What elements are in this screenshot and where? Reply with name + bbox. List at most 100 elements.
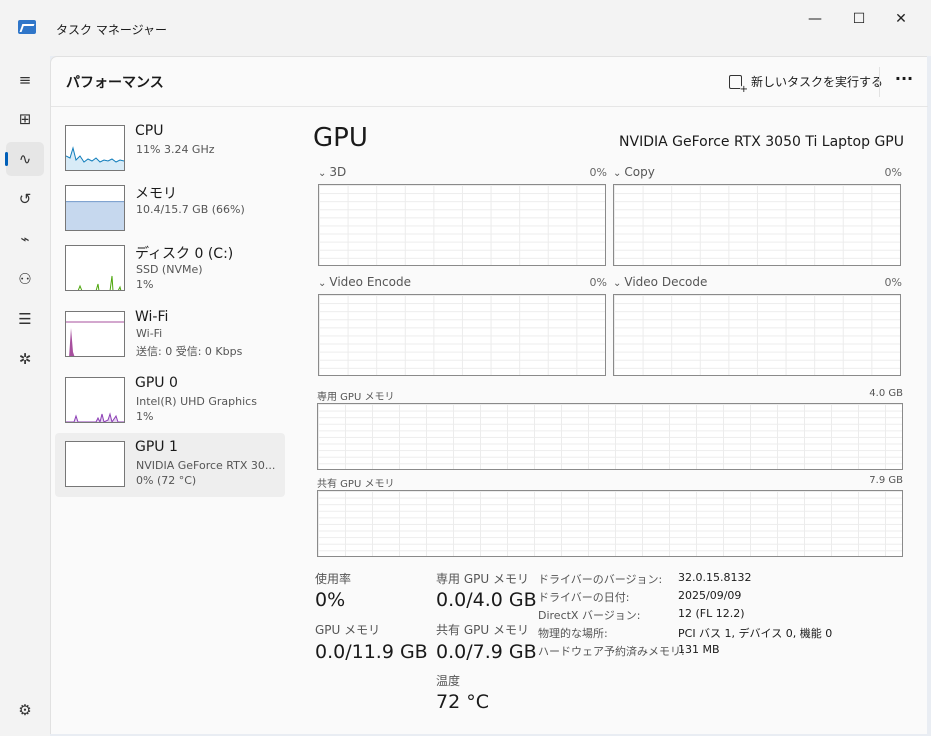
hamburger-menu-icon[interactable]: ≡: [6, 63, 44, 97]
utilization-value: 0%: [315, 589, 346, 611]
driver-date-value: 2025/09/09: [678, 589, 742, 602]
window-title: タスク マネージャー: [56, 23, 167, 37]
users-icon[interactable]: ⚇: [6, 262, 44, 296]
more-options-icon[interactable]: ···: [891, 69, 917, 93]
disk-thumbnail-graph: [65, 245, 125, 291]
directx-version-key: DirectX バージョン:: [538, 609, 641, 622]
perf-item-name: GPU 1: [135, 439, 178, 455]
close-button[interactable]: ✕: [879, 6, 923, 32]
engine-percent: 0%: [884, 166, 902, 179]
perf-item-gpu1[interactable]: GPU 1 NVIDIA GeForce RTX 30... 0% (72 °C…: [55, 433, 285, 497]
dedicated-memory-stat-value: 0.0/4.0 GB: [436, 589, 537, 611]
engine-percent: 0%: [589, 276, 607, 289]
chevron-down-icon: ⌄: [318, 278, 327, 289]
services-icon[interactable]: ✲: [6, 342, 44, 376]
engine-percent: 0%: [884, 276, 902, 289]
engine-selector-video-encode[interactable]: ⌄ Video Encode: [318, 275, 411, 289]
physical-location-value: PCI バス 1, デバイス 0, 機能 0: [678, 627, 833, 640]
engine-graph-copy: [613, 184, 901, 266]
reserved-memory-value: 131 MB: [678, 643, 720, 656]
title-bar: タスク マネージャー — ☐ ✕: [0, 0, 931, 56]
new-task-icon: [729, 75, 748, 95]
run-new-task-button[interactable]: 新しいタスクを実行する: [729, 71, 884, 95]
engine-graph-video-encode: [318, 294, 606, 376]
perf-item-detail: 10.4/15.7 GB (66%): [136, 203, 245, 216]
perf-item-detail-2: 送信: 0 受信: 0 Kbps: [136, 345, 243, 358]
page-header: パフォーマンス 新しいタスクを実行する ···: [51, 57, 928, 107]
chevron-down-icon: ⌄: [318, 168, 327, 179]
driver-date-key: ドライバーの日付:: [538, 591, 630, 604]
left-navigation: ≡ ⊞ ∿ ↺ ⌁ ⚇ ☰ ✲ ⚙: [0, 56, 50, 736]
shared-memory-label: 共有 GPU メモリ: [317, 479, 395, 490]
maximize-button[interactable]: ☐: [837, 6, 881, 32]
gpu-detail-pane: GPU NVIDIA GeForce RTX 3050 Ti Laptop GP…: [313, 117, 913, 727]
perf-item-detail: 11% 3.24 GHz: [136, 143, 215, 156]
gpu0-thumbnail-graph: [65, 377, 125, 423]
perf-item-detail: Wi-Fi: [136, 327, 163, 340]
dedicated-memory-graph: [317, 403, 903, 470]
dedicated-memory-max: 4.0 GB: [869, 388, 903, 399]
page-title: パフォーマンス: [66, 75, 164, 91]
processes-icon[interactable]: ⊞: [6, 102, 44, 136]
gpu1-thumbnail-graph: [65, 441, 125, 487]
perf-item-name: メモリ: [135, 186, 177, 202]
temperature-label: 温度: [436, 674, 461, 688]
memory-thumbnail-graph: [65, 185, 125, 231]
physical-location-key: 物理的な場所:: [538, 627, 608, 640]
engine-name: Video Decode: [624, 275, 708, 289]
perf-item-gpu0[interactable]: GPU 0 Intel(R) UHD Graphics 1%: [55, 369, 285, 433]
engine-selector-video-decode[interactable]: ⌄ Video Decode: [613, 275, 707, 289]
perf-item-detail-2: 1%: [136, 410, 154, 423]
engine-graph-3d: [318, 184, 606, 266]
shared-memory-max: 7.9 GB: [869, 475, 903, 486]
dedicated-memory-label: 専用 GPU メモリ: [317, 392, 395, 403]
gpu-model-name: NVIDIA GeForce RTX 3050 Ti Laptop GPU: [619, 134, 904, 150]
perf-item-name: CPU: [135, 123, 164, 139]
utilization-label: 使用率: [315, 572, 352, 586]
detail-title: GPU: [313, 123, 368, 153]
perf-item-detail: SSD (NVMe): [136, 263, 203, 276]
dedicated-memory-stat-label: 専用 GPU メモリ: [436, 572, 529, 586]
perf-item-memory[interactable]: メモリ 10.4/15.7 GB (66%): [55, 177, 285, 241]
shared-memory-stat-value: 0.0/7.9 GB: [436, 641, 537, 663]
perf-item-disk[interactable]: ディスク 0 (C:) SSD (NVMe) 1%: [55, 237, 285, 301]
driver-version-key: ドライバーのバージョン:: [538, 573, 663, 586]
shared-memory-graph: [317, 490, 903, 557]
perf-item-name: ディスク 0 (C:): [135, 246, 234, 262]
startup-apps-icon[interactable]: ⌁: [6, 222, 44, 256]
perf-item-detail-2: 0% (72 °C): [136, 474, 197, 487]
perf-item-detail: Intel(R) UHD Graphics: [136, 395, 257, 408]
engine-name: 3D: [329, 165, 347, 179]
gpu-memory-label: GPU メモリ: [315, 623, 381, 637]
shared-memory-stat-label: 共有 GPU メモリ: [436, 623, 529, 637]
perf-item-detail-2: 1%: [136, 278, 154, 291]
chevron-down-icon: ⌄: [613, 168, 622, 179]
wifi-thumbnail-graph: [65, 311, 125, 357]
task-manager-app-icon: [18, 20, 36, 34]
engine-graph-video-decode: [613, 294, 901, 376]
engine-name: Copy: [624, 165, 655, 179]
perf-item-cpu[interactable]: CPU 11% 3.24 GHz: [55, 117, 285, 181]
engine-name: Video Encode: [329, 275, 411, 289]
directx-version-value: 12 (FL 12.2): [678, 607, 745, 620]
perf-item-wifi[interactable]: Wi-Fi Wi-Fi 送信: 0 受信: 0 Kbps: [55, 303, 285, 367]
app-history-icon[interactable]: ↺: [6, 182, 44, 216]
cpu-thumbnail-graph: [65, 125, 125, 171]
perf-item-name: Wi-Fi: [135, 309, 169, 325]
details-icon[interactable]: ☰: [6, 302, 44, 336]
engine-selector-3d[interactable]: ⌄ 3D: [318, 165, 346, 179]
header-divider: [879, 67, 880, 97]
gpu-memory-value: 0.0/11.9 GB: [315, 641, 428, 663]
driver-version-value: 32.0.15.8132: [678, 571, 752, 584]
engine-percent: 0%: [589, 166, 607, 179]
performance-icon[interactable]: ∿: [5, 142, 44, 176]
temperature-value: 72 °C: [436, 691, 489, 713]
run-new-task-label: 新しいタスクを実行する: [751, 75, 884, 89]
minimize-button[interactable]: —: [793, 6, 837, 32]
main-content: パフォーマンス 新しいタスクを実行する ··· CPU 11% 3.24 GHz: [50, 56, 928, 734]
perf-item-detail: NVIDIA GeForce RTX 30...: [136, 459, 276, 472]
settings-icon[interactable]: ⚙: [6, 693, 44, 727]
reserved-memory-key: ハードウェア予約済みメモリ:: [538, 645, 685, 658]
engine-selector-copy[interactable]: ⌄ Copy: [613, 165, 655, 179]
perf-item-name: GPU 0: [135, 375, 178, 391]
